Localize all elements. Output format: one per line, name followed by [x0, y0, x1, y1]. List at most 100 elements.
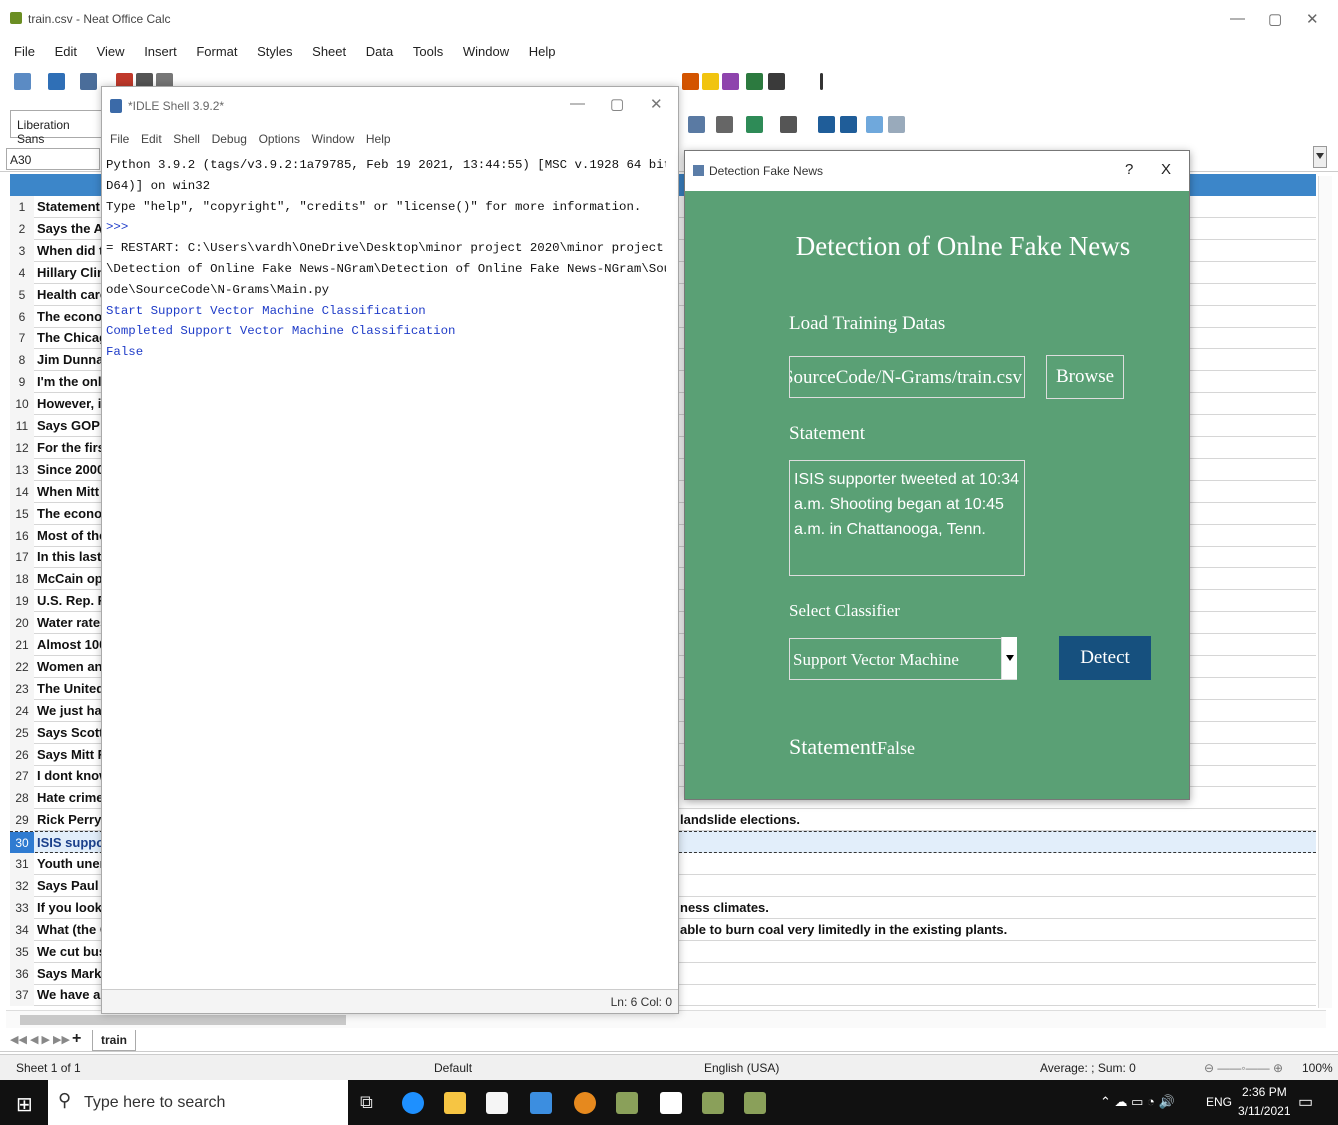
row-number[interactable]: 24	[10, 699, 34, 722]
detect-button[interactable]: Detect	[1059, 636, 1151, 680]
idle-maximize-icon[interactable]: ▢	[610, 95, 624, 113]
cell-statement[interactable]: Water rates	[37, 615, 107, 630]
background-color-icon[interactable]	[746, 116, 763, 133]
menu-tools[interactable]: Tools	[413, 44, 443, 59]
freeze-icon[interactable]	[746, 73, 763, 90]
help-button[interactable]: ?	[1125, 161, 1133, 178]
cell-statement[interactable]: Almost 100,	[37, 637, 110, 652]
row-number[interactable]: 17	[10, 546, 34, 569]
grid-lines-icon[interactable]	[768, 73, 785, 90]
neat-office-icon-2[interactable]	[702, 1092, 724, 1114]
cell-statement[interactable]: ISIS suppor	[37, 835, 109, 850]
row-number[interactable]: 8	[10, 349, 34, 372]
paragraph-icon[interactable]	[840, 116, 857, 133]
row-number[interactable]: 32	[10, 874, 34, 897]
row-number[interactable]: 31	[10, 853, 34, 875]
browse-button[interactable]: Browse	[1046, 355, 1124, 399]
cell-statement[interactable]: For the first	[37, 440, 109, 455]
row-number[interactable]: 5	[10, 283, 34, 306]
cell-statement[interactable]: Health care	[37, 287, 107, 302]
cell-statement[interactable]: What (the O	[37, 922, 110, 937]
scrollbar-thumb[interactable]	[20, 1015, 346, 1025]
windows-start-icon[interactable]: ⊞	[16, 1092, 33, 1117]
row-number[interactable]: 3	[10, 239, 34, 262]
neat-office-icon[interactable]	[616, 1092, 638, 1114]
menu-view[interactable]: View	[97, 44, 125, 59]
wrap-text-icon[interactable]	[866, 116, 883, 133]
row-number[interactable]: 36	[10, 962, 34, 985]
cell-statement[interactable]: Statement	[37, 199, 100, 214]
training-path-input[interactable]: Code/SourceCode/N-Grams/train.csv	[789, 356, 1025, 398]
menu-help[interactable]: Help	[529, 44, 556, 59]
cell-statement[interactable]: Women and	[37, 659, 110, 674]
taskbar-search[interactable]: ⚲ Type here to search	[48, 1080, 348, 1125]
row-number[interactable]: 35	[10, 940, 34, 963]
neat-office-icon-3[interactable]	[744, 1092, 766, 1114]
row-number[interactable]: 14	[10, 480, 34, 503]
special-char-icon[interactable]	[722, 73, 739, 90]
row-number[interactable]: 6	[10, 305, 34, 328]
cell-statement[interactable]: We just had	[37, 703, 110, 718]
row-number[interactable]: 28	[10, 787, 34, 810]
add-sheet-icon[interactable]: +	[72, 1030, 81, 1048]
new-icon[interactable]	[14, 73, 31, 90]
row-number[interactable]: 1	[10, 196, 34, 218]
idle-menu-shell[interactable]: Shell	[173, 132, 200, 146]
row-number[interactable]: 29	[10, 809, 34, 832]
clock-time[interactable]: 2:36 PM	[1242, 1085, 1287, 1099]
zoom-slider[interactable]: ⊖ ——◦—— ⊕	[1204, 1061, 1283, 1075]
statement-input[interactable]: ISIS supporter tweeted at 10:34 a.m. Sho…	[789, 460, 1025, 576]
row-number[interactable]: 9	[10, 371, 34, 394]
borders-icon[interactable]	[688, 116, 705, 133]
open-icon[interactable]	[48, 73, 65, 90]
border-style-icon[interactable]	[716, 116, 733, 133]
idle-menu-help[interactable]: Help	[366, 132, 391, 146]
font-name-box[interactable]: Liberation Sans	[10, 110, 102, 146]
edge-icon[interactable]	[402, 1092, 424, 1114]
cell-statement[interactable]: Hillary Clint	[37, 265, 109, 280]
menu-format[interactable]: Format	[196, 44, 237, 59]
row-number[interactable]: 27	[10, 765, 34, 788]
formula-expand-button[interactable]	[1313, 146, 1327, 168]
row-number[interactable]: 7	[10, 327, 34, 350]
draw-line-icon[interactable]	[820, 73, 823, 90]
sort-icon[interactable]	[888, 116, 905, 133]
system-tray-icons[interactable]: ⌃ ☁ ▭ ◔ 🔊	[1100, 1094, 1175, 1110]
cell-statement[interactable]: The United	[37, 681, 104, 696]
menu-insert[interactable]: Insert	[144, 44, 177, 59]
idle-menu-debug[interactable]: Debug	[212, 132, 247, 146]
cell-statement[interactable]: Most of the	[37, 528, 106, 543]
idle-menu-edit[interactable]: Edit	[141, 132, 162, 146]
row-number[interactable]: 37	[10, 984, 34, 1007]
store-icon[interactable]	[486, 1092, 508, 1114]
row-number[interactable]: 18	[10, 568, 34, 591]
cell-statement[interactable]: Says Scott	[37, 725, 103, 740]
zoom-level[interactable]: 100%	[1302, 1061, 1333, 1075]
chart-icon[interactable]	[682, 73, 699, 90]
cell-statement[interactable]: McCain opp	[37, 571, 111, 586]
idle-scrollbar[interactable]	[664, 155, 674, 985]
row-number[interactable]: 25	[10, 721, 34, 744]
menu-sheet[interactable]: Sheet	[312, 44, 346, 59]
cell-statement[interactable]: When Mitt F	[37, 484, 111, 499]
menu-styles[interactable]: Styles	[257, 44, 292, 59]
tab-nav-icon[interactable]: ◀◀ ◀ ▶ ▶▶	[10, 1033, 70, 1046]
save-icon[interactable]	[80, 73, 97, 90]
menu-edit[interactable]: Edit	[55, 44, 77, 59]
tab-train[interactable]: train	[92, 1030, 137, 1051]
menu-file[interactable]: File	[14, 44, 35, 59]
chrome-icon[interactable]	[574, 1092, 596, 1114]
cell-statement[interactable]: We have a f	[37, 987, 108, 1002]
idle-close-icon[interactable]: ✕	[650, 95, 663, 113]
dialog-close-button[interactable]: X	[1161, 161, 1171, 178]
shell-output[interactable]: Python 3.9.2 (tags/v3.9.2:1a79785, Feb 1…	[106, 155, 666, 985]
row-number[interactable]: 23	[10, 677, 34, 700]
cell-statement[interactable]: I dont know	[37, 768, 109, 783]
conditional-icon[interactable]	[780, 116, 797, 133]
row-number[interactable]: 33	[10, 896, 34, 919]
menu-data[interactable]: Data	[366, 44, 393, 59]
row-number[interactable]: 15	[10, 502, 34, 525]
row-number[interactable]: 16	[10, 524, 34, 547]
row-number[interactable]: 11	[10, 415, 34, 437]
task-view-icon[interactable]: ⧉	[360, 1092, 373, 1113]
